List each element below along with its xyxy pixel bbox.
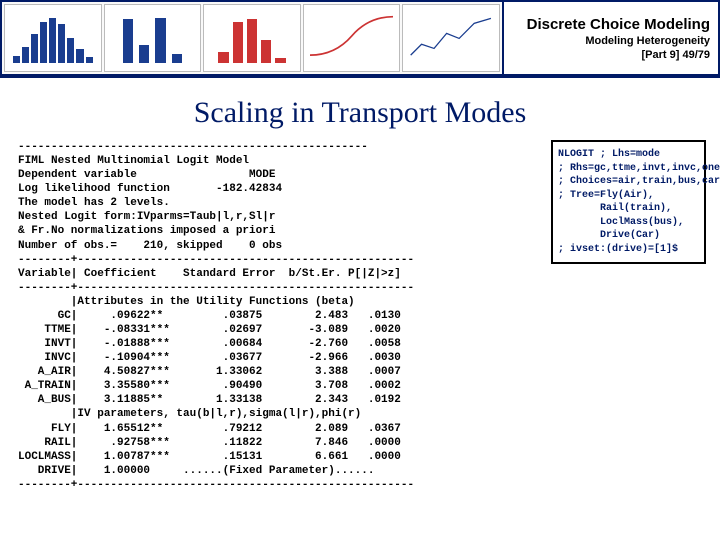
header-title-box: Discrete Choice Modeling Modeling Hetero… <box>502 0 720 76</box>
mini-chart-1 <box>4 4 102 72</box>
mini-chart-3 <box>203 4 301 72</box>
slide-number: [Part 9] 49/79 <box>512 49 710 61</box>
slide-header: Discrete Choice Modeling Modeling Hetero… <box>0 0 720 78</box>
page-title: Scaling in Transport Modes <box>0 96 720 130</box>
mini-chart-4 <box>303 4 401 72</box>
mini-chart-5 <box>402 4 500 72</box>
nlogit-code: NLOGIT ; Lhs=mode ; Rhs=gc,ttme,invt,inv… <box>551 140 706 264</box>
mini-chart-2 <box>104 4 202 72</box>
course-title: Discrete Choice Modeling <box>512 16 710 33</box>
body-area: ----------------------------------------… <box>0 140 720 492</box>
course-subtitle: Modeling Heterogeneity <box>512 35 710 47</box>
header-chart-strip <box>0 0 502 76</box>
model-output: ----------------------------------------… <box>18 140 541 492</box>
